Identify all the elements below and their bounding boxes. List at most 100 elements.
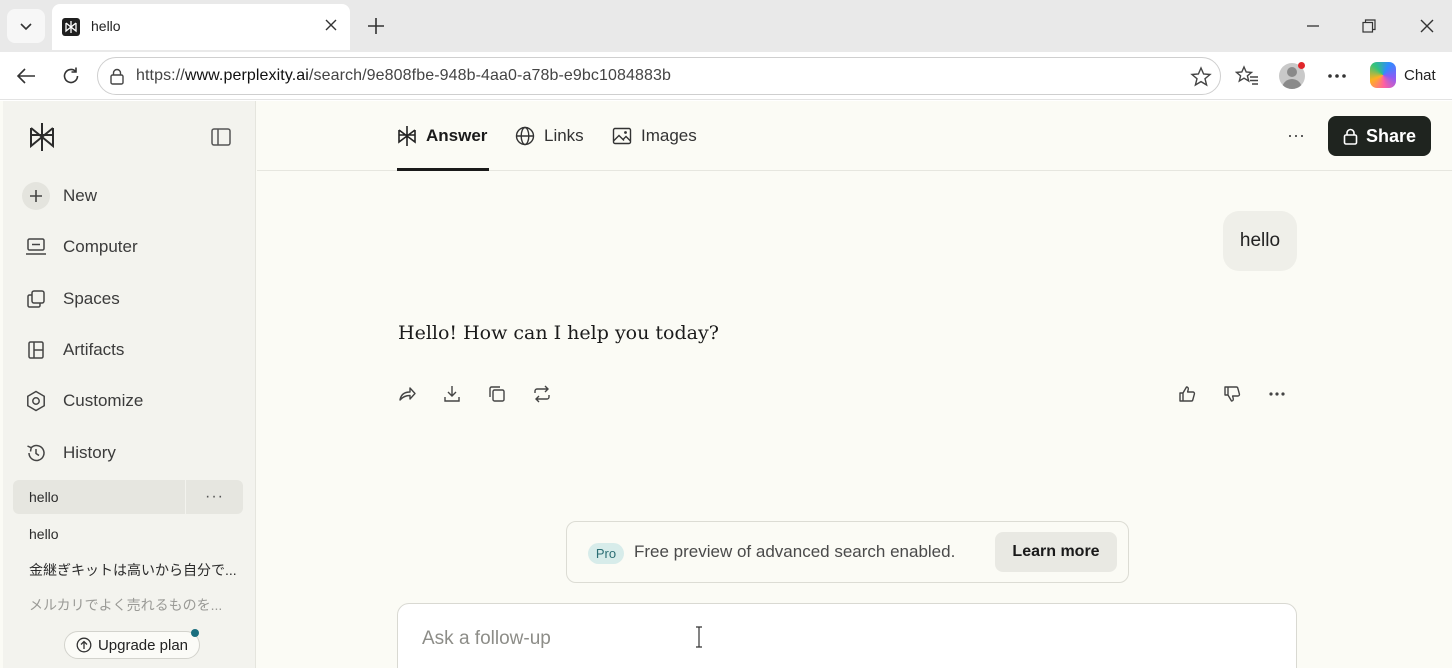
tab-answer[interactable]: Answer [397, 122, 487, 150]
answer-text: Hello! How can I help you today? [398, 322, 719, 344]
close-icon [1420, 19, 1434, 33]
history-item-label: 金継ぎキットは高いから自分で... [29, 562, 237, 578]
history-item-more-button[interactable]: ··· [185, 480, 243, 514]
sidebar-item-label: Artifacts [63, 340, 125, 359]
new-tab-button[interactable] [360, 10, 392, 42]
restore-button[interactable] [1353, 10, 1385, 42]
sidebar-item-history[interactable]: History [22, 434, 237, 472]
user-query-text: hello [1239, 230, 1281, 251]
tab-title: hello [91, 18, 121, 34]
copilot-chat-button[interactable]: Chat [1370, 60, 1444, 90]
customize-icon [27, 390, 45, 412]
favorites-list-icon [1235, 65, 1258, 85]
thread-more-button[interactable]: ··· [1283, 122, 1309, 148]
sidebar-item-label: Computer [63, 237, 138, 256]
favorite-star-icon[interactable] [1190, 66, 1212, 88]
followup-input[interactable] [422, 626, 1022, 652]
upgrade-plan-button[interactable]: Upgrade plan [64, 631, 200, 659]
tab-label: Images [641, 126, 697, 145]
rewrite-button[interactable] [530, 382, 554, 406]
sidebar-item-label: History [63, 443, 116, 462]
browser-menu-button[interactable] [1321, 60, 1353, 92]
tab-label: Answer [426, 126, 488, 145]
chevron-down-icon [20, 23, 32, 31]
history-item-label: メルカリでよく売れるものを... [29, 597, 223, 613]
tab-close-icon[interactable] [322, 16, 340, 34]
spaces-icon [27, 290, 45, 308]
reload-icon [63, 67, 79, 84]
pro-badge: Pro [588, 543, 624, 564]
active-tab-indicator [397, 168, 489, 171]
restore-icon [1362, 19, 1376, 33]
url-scheme: https:// [136, 67, 185, 84]
tab-links[interactable]: Links [515, 122, 584, 150]
copilot-icon [1370, 62, 1396, 88]
collapse-sidebar-icon[interactable] [210, 126, 232, 148]
perplexity-logo-icon[interactable] [28, 121, 56, 153]
history-item[interactable]: メルカリでよく売れるものを... [13, 588, 243, 622]
copilot-label: Chat [1404, 66, 1436, 84]
url-text: https://www.perplexity.ai/search/9e808fb… [136, 67, 671, 85]
browser-toolbar: https://www.perplexity.ai/search/9e808fb… [0, 52, 1452, 100]
url-path: /search/9e808fbe-948b-4aa0-a78b-e9bc1084… [308, 67, 671, 84]
history-item-label: hello [29, 489, 59, 505]
sidebar-item-customize[interactable]: Customize [22, 382, 237, 420]
sidebar-item-label: New [63, 186, 98, 205]
copy-icon [489, 386, 505, 402]
copy-button[interactable] [485, 382, 509, 406]
favorites-button[interactable] [1231, 60, 1263, 92]
text-cursor-icon [696, 626, 702, 648]
thumbs-up-button[interactable] [1175, 382, 1199, 406]
share-answer-button[interactable] [395, 382, 419, 406]
browser-tab-active[interactable]: hello [52, 4, 350, 50]
tab-images[interactable]: Images [612, 122, 697, 150]
share-button[interactable]: Share [1328, 116, 1431, 156]
download-icon [444, 386, 460, 402]
sidebar-item-label: Spaces [63, 289, 120, 308]
more-horizontal-icon [1269, 392, 1285, 396]
lock-icon [110, 68, 124, 85]
address-bar[interactable]: https://www.perplexity.ai/search/9e808fb… [97, 57, 1221, 95]
back-arrow-icon [16, 68, 35, 84]
sidebar-item-computer[interactable]: Computer [22, 228, 237, 266]
learn-more-button[interactable]: Learn more [995, 532, 1117, 572]
pro-search-banner: Pro Free preview of advanced search enab… [566, 521, 1129, 583]
history-item-active[interactable]: hello ··· [13, 480, 243, 514]
share-label: Share [1365, 125, 1417, 146]
back-button[interactable] [10, 60, 42, 92]
notification-dot [1298, 62, 1305, 69]
minimize-button[interactable] [1297, 10, 1329, 42]
reload-button[interactable] [55, 60, 87, 92]
pro-banner-text: Free preview of advanced search enabled. [634, 542, 956, 561]
plus-icon [368, 18, 384, 34]
sidebar-item-artifacts[interactable]: Artifacts [22, 331, 237, 369]
arrow-up-circle-icon [76, 637, 92, 653]
close-window-button[interactable] [1411, 10, 1443, 42]
tab-list-button[interactable] [7, 9, 45, 43]
plus-icon [22, 182, 50, 210]
thumbs-down-icon [1224, 386, 1241, 402]
sidebar-item-new[interactable]: New [22, 177, 237, 215]
perplexity-icon [398, 126, 416, 146]
perplexity-favicon-icon [62, 18, 80, 36]
browser-tab-bar: hello [0, 0, 1452, 52]
more-horizontal-icon: ··· [205, 488, 224, 505]
image-icon [612, 127, 632, 145]
tab-label: Links [544, 126, 584, 145]
followup-box [397, 603, 1297, 668]
history-item-label: hello [29, 526, 59, 542]
download-button[interactable] [440, 382, 464, 406]
sidebar-item-spaces[interactable]: Spaces [22, 280, 237, 318]
thumbs-down-button[interactable] [1220, 382, 1244, 406]
more-horizontal-icon [1328, 74, 1346, 78]
upgrade-plan-label: Upgrade plan [97, 636, 189, 654]
share-arrow-icon [399, 387, 416, 401]
history-item[interactable]: hello [13, 517, 243, 551]
more-horizontal-icon: ··· [1287, 124, 1305, 145]
lock-icon [1343, 128, 1358, 145]
history-icon [27, 444, 45, 462]
history-item[interactable]: 金継ぎキットは高いから自分で... [13, 553, 243, 587]
answer-more-button[interactable] [1265, 382, 1289, 406]
sidebar-item-label: Customize [63, 391, 144, 410]
artifacts-icon [28, 341, 44, 359]
